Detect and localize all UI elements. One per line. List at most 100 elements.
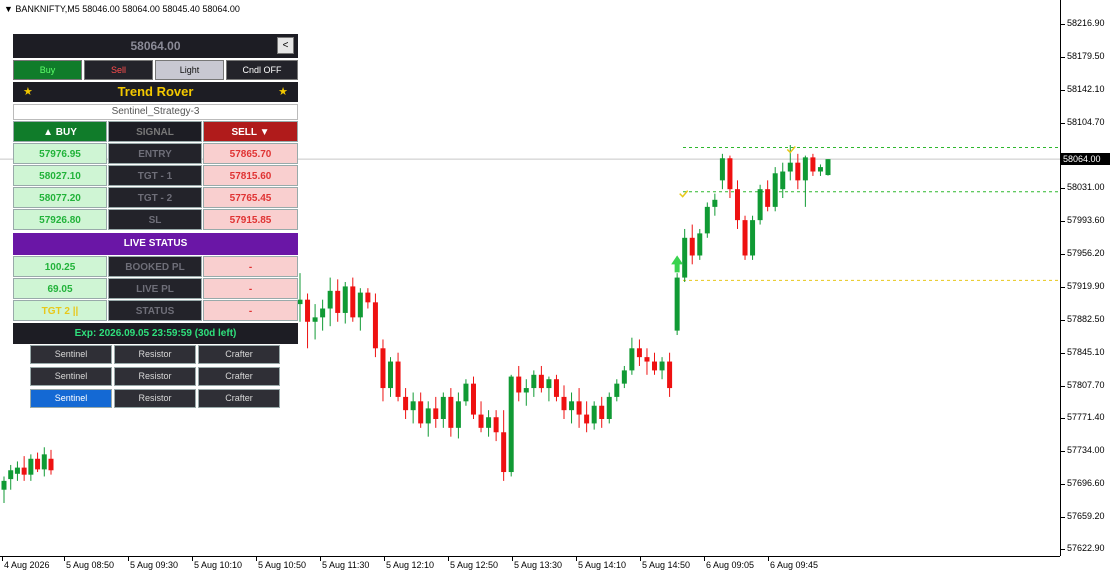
tgt2-label: TGT - 2 bbox=[108, 187, 202, 208]
candle-body bbox=[1, 480, 7, 490]
collapse-button[interactable]: < bbox=[277, 37, 294, 54]
time-tick-label: 5 Aug 11:30 bbox=[319, 557, 370, 570]
price-tick-label: 57771.40 bbox=[1061, 411, 1105, 422]
price-axis[interactable]: 58216.90 58179.50 58142.10 58104.70 58031.00… bbox=[1060, 0, 1110, 556]
signal-row-tgt1: 58027.10 TGT - 1 57815.60 bbox=[13, 165, 298, 187]
time-tick-label: 4 Aug 2026 bbox=[2, 557, 50, 570]
candle-body bbox=[697, 233, 703, 256]
candle-body bbox=[297, 299, 303, 305]
time-tick-label: 5 Aug 14:10 bbox=[575, 557, 627, 570]
time-axis[interactable]: 4 Aug 2026 5 Aug 08:50 5 Aug 09:30 5 Aug 10… bbox=[0, 556, 1060, 577]
status-row-live-pl: 69.05 LIVE PL - bbox=[13, 278, 298, 300]
resistor-button[interactable]: Resistor bbox=[114, 389, 196, 408]
buy-column-header: ▲ BUY bbox=[13, 121, 107, 142]
candle-body bbox=[305, 299, 311, 322]
candle-body bbox=[742, 220, 748, 256]
sentinel-button[interactable]: Sentinel bbox=[30, 345, 112, 364]
candle-body bbox=[470, 383, 476, 415]
buy-button[interactable]: Buy bbox=[13, 60, 82, 80]
candle-body bbox=[734, 189, 740, 221]
price-tick-label: 57956.20 bbox=[1061, 248, 1105, 259]
price-tick-label: 57882.50 bbox=[1061, 313, 1105, 324]
buy-tgt1-value: 58027.10 bbox=[13, 165, 107, 186]
resistor-button[interactable]: Resistor bbox=[114, 345, 196, 364]
candle-body bbox=[48, 458, 54, 471]
candle-body bbox=[403, 396, 409, 411]
tgt1-label: TGT - 1 bbox=[108, 165, 202, 186]
signal-row-tgt2: 58077.20 TGT - 2 57765.45 bbox=[13, 187, 298, 209]
license-expiry: Exp: 2026.09.05 23:59:59 (30d left) bbox=[13, 323, 298, 344]
status-value: TGT 2 || bbox=[13, 300, 107, 321]
price-tick-label: 57622.90 bbox=[1061, 543, 1105, 554]
candle-body bbox=[750, 220, 756, 256]
candle-body bbox=[440, 396, 446, 419]
symbol-header: ▼ BANKNIFTY,M5 58046.00 58064.00 58045.4… bbox=[4, 4, 240, 14]
sentinel-button[interactable]: Sentinel bbox=[30, 367, 112, 386]
chart-area[interactable]: ▼ BANKNIFTY,M5 58046.00 58064.00 58045.4… bbox=[0, 0, 1060, 556]
time-tick-label: 5 Aug 12:50 bbox=[447, 557, 499, 570]
candle-body bbox=[780, 171, 786, 190]
candle-body bbox=[478, 414, 484, 428]
price-tick-label: 58216.90 bbox=[1061, 17, 1105, 28]
time-tick-label: 5 Aug 09:30 bbox=[127, 557, 179, 570]
candle-body bbox=[410, 401, 416, 411]
candle-body bbox=[599, 405, 605, 419]
crafter-button[interactable]: Crafter bbox=[198, 389, 280, 408]
time-tick-label: 5 Aug 12:10 bbox=[383, 557, 435, 570]
price-tick-label: 57845.10 bbox=[1061, 346, 1105, 357]
candle-body bbox=[28, 458, 34, 475]
candle-body bbox=[357, 292, 363, 318]
time-tick-label: 5 Aug 10:50 bbox=[255, 557, 307, 570]
booked-pl-sell-value: - bbox=[203, 256, 298, 277]
candle-body bbox=[380, 348, 386, 389]
price-tick-label: 57734.00 bbox=[1061, 444, 1105, 455]
candle-body bbox=[757, 189, 763, 221]
candle-body bbox=[667, 361, 673, 389]
status-label: STATUS bbox=[108, 300, 202, 321]
sell-button[interactable]: Sell bbox=[84, 60, 153, 80]
candle-toggle-button[interactable]: Cndl OFF bbox=[226, 60, 298, 80]
resistor-button[interactable]: Resistor bbox=[114, 367, 196, 386]
panel-title: Trend Rover bbox=[117, 84, 194, 99]
dropdown-triangle-icon[interactable]: ▼ bbox=[4, 4, 15, 14]
candle-body bbox=[493, 417, 499, 433]
panel-title-bar: ★ Trend Rover ★ bbox=[13, 82, 298, 102]
candle-body bbox=[531, 374, 537, 389]
price-tick-label: 58142.10 bbox=[1061, 84, 1105, 95]
price-tick-label: 58179.50 bbox=[1061, 51, 1105, 62]
live-pl-label: LIVE PL bbox=[108, 278, 202, 299]
buy-entry-value: 57976.95 bbox=[13, 143, 107, 164]
candle-body bbox=[501, 432, 507, 473]
candle-body bbox=[433, 408, 439, 419]
price-tick-label: 57659.20 bbox=[1061, 510, 1105, 521]
candle-body bbox=[576, 401, 582, 415]
price-tick-label: 57807.70 bbox=[1061, 379, 1105, 390]
price-tick-label: 58031.00 bbox=[1061, 182, 1105, 193]
time-tick-label: 6 Aug 09:05 bbox=[703, 557, 755, 570]
status-sell-value: - bbox=[203, 300, 298, 321]
candle-body bbox=[372, 302, 378, 349]
strategy-name: Sentinel_Strategy-3 bbox=[13, 104, 298, 120]
candle-body bbox=[614, 383, 620, 397]
candle-body bbox=[21, 467, 27, 475]
buy-tgt2-value: 58077.20 bbox=[13, 187, 107, 208]
sl-label: SL bbox=[108, 209, 202, 230]
candle-body bbox=[486, 417, 492, 428]
candle-body bbox=[652, 361, 658, 371]
sentinel-button-active[interactable]: Sentinel bbox=[30, 389, 112, 408]
candle-body bbox=[787, 162, 793, 172]
entry-label: ENTRY bbox=[108, 143, 202, 164]
candle-body bbox=[606, 396, 612, 419]
symbol-quote: BANKNIFTY,M5 58046.00 58064.00 58045.40 … bbox=[15, 4, 240, 14]
candle-body bbox=[591, 405, 597, 424]
sell-tgt2-value: 57765.45 bbox=[203, 187, 298, 208]
candle-body bbox=[719, 158, 725, 181]
candle-body bbox=[674, 277, 680, 331]
sell-column-header: SELL ▼ bbox=[203, 121, 298, 142]
candle-body bbox=[14, 467, 20, 474]
crafter-button[interactable]: Crafter bbox=[198, 345, 280, 364]
light-theme-button[interactable]: Light bbox=[155, 60, 224, 80]
crafter-button[interactable]: Crafter bbox=[198, 367, 280, 386]
candle-body bbox=[629, 348, 635, 371]
candle-body bbox=[546, 379, 552, 389]
